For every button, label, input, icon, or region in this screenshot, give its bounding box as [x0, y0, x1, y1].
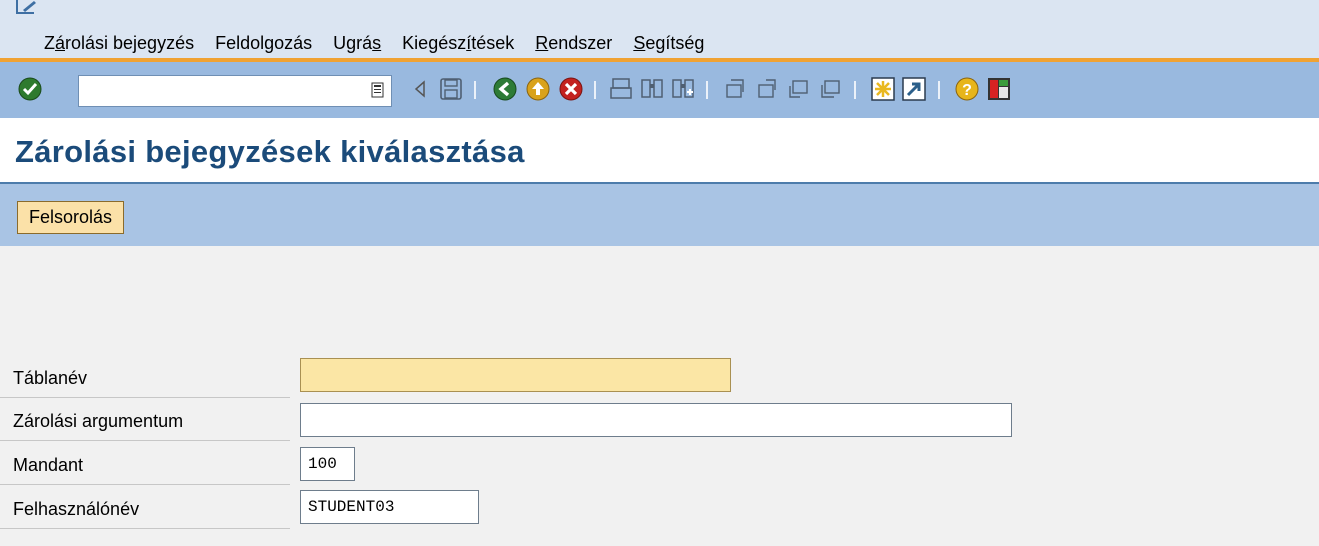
command-field[interactable] [78, 75, 392, 107]
menu-item-edit[interactable]: Feldolgozás [215, 33, 312, 54]
help-icon[interactable]: ? [954, 76, 980, 102]
client-input[interactable] [301, 448, 354, 480]
cancel-icon[interactable] [558, 76, 584, 102]
lock-argument-input[interactable] [301, 404, 1011, 436]
title-area: Zárolási bejegyzések kiválasztása [0, 118, 1319, 182]
new-session-icon[interactable] [870, 76, 896, 102]
list-button[interactable]: Felsorolás [17, 201, 125, 234]
enter-icon[interactable] [17, 76, 43, 102]
system-menu-icon[interactable] [15, 0, 37, 16]
application-toolbar: Felsorolás [0, 184, 1319, 246]
exit-icon[interactable] [525, 76, 551, 102]
client-field[interactable] [300, 447, 355, 481]
find-next-icon[interactable] [670, 76, 696, 102]
lock-argument-field[interactable] [300, 403, 1012, 437]
first-page-icon[interactable] [722, 76, 748, 102]
find-icon[interactable] [639, 76, 665, 102]
menu-item-goto[interactable]: Ugrás [333, 33, 381, 54]
menu-items: Zárolási bejegyzés Feldolgozás Ugrás Kie… [44, 33, 725, 54]
user-name-input[interactable] [301, 491, 478, 523]
row-divider [0, 484, 290, 485]
system-toolbar: ? [0, 62, 1319, 118]
toolbar-separator [938, 81, 940, 99]
user-name-field[interactable] [300, 490, 479, 524]
menu-item-system[interactable]: Rendszer [535, 33, 612, 54]
shortcut-icon[interactable] [901, 76, 927, 102]
save-icon[interactable] [438, 76, 464, 102]
user-name-label: Felhasználónév [13, 499, 140, 519]
lock-argument-label: Zárolási argumentum [13, 411, 184, 431]
menu-item-lock-entry[interactable]: Zárolási bejegyzés [44, 33, 194, 54]
previous-page-icon[interactable] [754, 76, 780, 102]
menu-item-help[interactable]: Segítség [633, 33, 704, 54]
row-divider [0, 397, 290, 398]
toolbar-separator [706, 81, 708, 99]
row-divider [0, 440, 290, 441]
page-title: Zárolási bejegyzések kiválasztása [15, 134, 525, 169]
toolbar-separator [594, 81, 596, 99]
menu-item-extras[interactable]: Kiegészítések [402, 33, 514, 54]
toolbar-separator [474, 81, 476, 99]
menu-bar: Zárolási bejegyzés Feldolgozás Ugrás Kie… [0, 0, 1319, 62]
back-arrow-icon[interactable] [410, 76, 430, 102]
layout-icon[interactable] [986, 76, 1012, 102]
command-input[interactable] [81, 78, 355, 104]
svg-text:?: ? [962, 82, 972, 99]
table-name-field[interactable] [300, 358, 731, 392]
table-name-input[interactable] [301, 359, 730, 391]
last-page-icon[interactable] [818, 76, 844, 102]
client-label: Mandant [13, 455, 84, 475]
print-icon[interactable] [608, 76, 634, 102]
next-page-icon[interactable] [786, 76, 812, 102]
row-divider [0, 528, 290, 529]
command-history-icon[interactable] [371, 82, 385, 98]
toolbar-separator [854, 81, 856, 99]
back-icon[interactable] [492, 76, 518, 102]
table-name-label: Táblanév [13, 368, 88, 388]
